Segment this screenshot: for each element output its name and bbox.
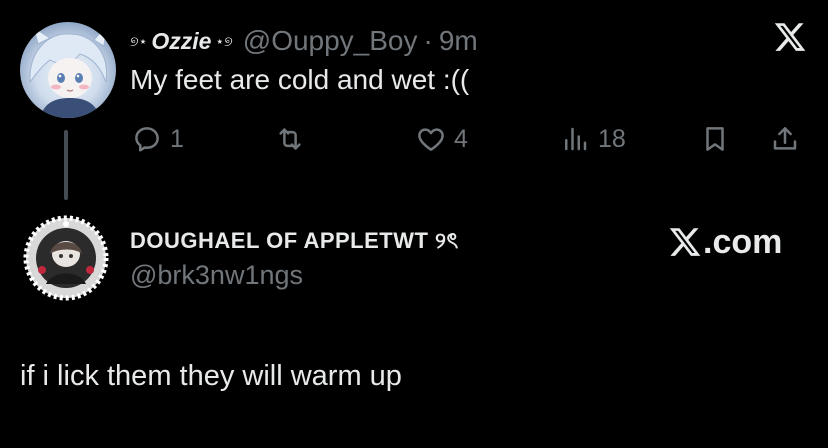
like-count: 4 — [454, 124, 468, 153]
bookmark-button[interactable] — [700, 118, 730, 160]
xcom-brand: .com — [668, 218, 782, 266]
retweet-icon — [279, 128, 301, 150]
lace-frame-avatar-illustration — [23, 215, 109, 301]
quoted-user-handle[interactable]: @brk3nw1ngs — [130, 260, 303, 291]
tweet-text: My feet are cold and wet :(( — [130, 64, 470, 95]
action-bar: 1 4 18 — [0, 118, 828, 160]
heart-icon — [418, 128, 444, 151]
separator-dot: · — [423, 25, 433, 56]
avatar-ozzie[interactable] — [20, 22, 116, 118]
retweet-button[interactable] — [275, 118, 313, 160]
user-handle[interactable]: @Ouppy_Boy — [243, 25, 418, 57]
reply-text: if i lick them they will warm up — [20, 360, 402, 392]
name-decoration-left: ୭⋆ — [130, 32, 148, 49]
tweet-header: ୭⋆ Ozzie ⋆୭ @Ouppy_Boy · 9m — [130, 24, 478, 58]
name-decoration-right: ⋆୭ — [215, 32, 233, 49]
bookmark-icon — [706, 127, 724, 151]
speech-bubble-icon — [135, 127, 159, 152]
reply-button[interactable]: 1 — [132, 118, 184, 160]
views-count: 18 — [598, 124, 626, 153]
quoted-display-name[interactable]: DOUGHAEL OF APPLETWT ୨ৎ — [130, 224, 459, 261]
anime-avatar-illustration — [29, 24, 108, 118]
share-icon — [773, 127, 797, 150]
x-logo-icon — [773, 20, 807, 54]
timestamp[interactable]: 9m — [439, 25, 478, 57]
reply-count: 1 — [170, 124, 184, 153]
share-button[interactable] — [770, 118, 800, 160]
views-button[interactable]: 18 — [560, 118, 626, 160]
brand-domain-text: .com — [703, 222, 783, 261]
bar-chart-icon — [565, 127, 587, 151]
avatar-doughael[interactable] — [22, 214, 110, 302]
like-button[interactable]: 4 — [416, 118, 468, 160]
display-name[interactable]: Ozzie — [151, 28, 211, 55]
x-brand-icon — [669, 228, 701, 256]
